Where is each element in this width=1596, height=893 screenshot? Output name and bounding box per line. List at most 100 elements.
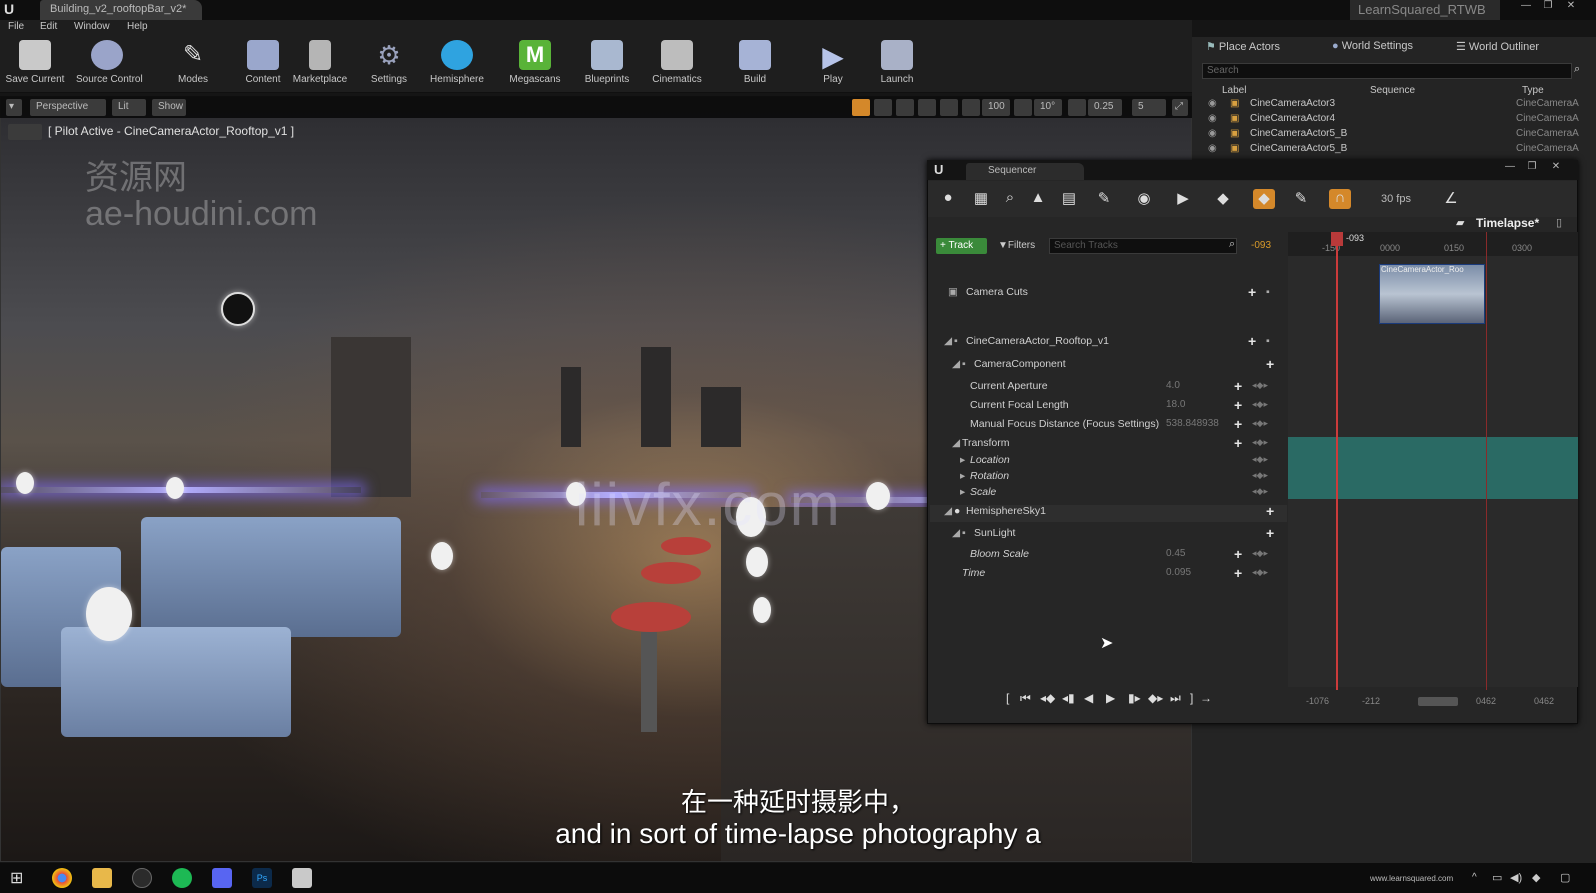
rotate-mode-icon[interactable] bbox=[896, 99, 914, 116]
step-back-icon[interactable]: ◂▮ bbox=[1062, 691, 1075, 705]
snap-magnet-icon[interactable]: ∩ bbox=[1329, 189, 1351, 209]
scale-snap-icon[interactable] bbox=[1068, 99, 1086, 116]
world-local-icon[interactable] bbox=[918, 99, 936, 116]
collapse-arrow-icon[interactable]: ◢ bbox=[952, 358, 960, 370]
track-current-aperture[interactable]: Current Aperture 4.0 + ◂◆▸ bbox=[930, 378, 1287, 397]
discord-icon[interactable] bbox=[212, 868, 232, 888]
add-button[interactable]: + bbox=[1248, 284, 1256, 300]
end-marker[interactable] bbox=[1486, 232, 1487, 690]
clapper-icon[interactable]: ▤ bbox=[1058, 189, 1080, 209]
hemisphere-button[interactable]: Hemisphere bbox=[426, 40, 488, 88]
tray-chevron-icon[interactable]: ^ bbox=[1472, 872, 1477, 883]
track-manual-focus-distance[interactable]: Manual Focus Distance (Focus Settings) 53… bbox=[930, 416, 1287, 435]
loop-mode-icon[interactable]: → bbox=[1200, 691, 1212, 705]
playback-end[interactable]: 0462 bbox=[1476, 696, 1496, 706]
keyframe-nav-icon[interactable]: ◂◆▸ bbox=[1252, 567, 1268, 578]
camera-speed-value[interactable]: 5 bbox=[1132, 99, 1166, 116]
track-transform[interactable]: ◢ Transform + ◂◆▸ bbox=[930, 435, 1287, 454]
eye-icon[interactable]: ◉ bbox=[1208, 98, 1217, 109]
tab-world-outliner[interactable]: ☰ World Outliner bbox=[1456, 40, 1539, 58]
menu-help[interactable]: Help bbox=[127, 21, 148, 36]
track-cine-camera-actor[interactable]: ◢ ▪ CineCameraActor_Rooftop_v1 + ▪ bbox=[930, 333, 1287, 352]
scale-snap-value[interactable]: 0.25 bbox=[1088, 99, 1122, 116]
notifications-icon[interactable]: ▢ bbox=[1560, 871, 1570, 884]
modes-button[interactable]: ✎ Modes bbox=[162, 40, 224, 88]
chrome-icon[interactable] bbox=[52, 868, 72, 888]
tab-place-actors[interactable]: ⚑ Place Actors bbox=[1206, 40, 1280, 58]
play-forward-icon[interactable]: ▶ bbox=[1106, 691, 1115, 705]
eye-icon[interactable]: ◉ bbox=[1208, 143, 1217, 154]
add-key-button[interactable]: + bbox=[1234, 416, 1242, 432]
collapse-arrow-icon[interactable]: ◢ bbox=[952, 437, 960, 449]
track-scale[interactable]: ▸ Scale ◂◆▸ bbox=[930, 486, 1287, 503]
keyframe-nav-icon[interactable]: ◂◆▸ bbox=[1252, 380, 1268, 391]
show-button[interactable]: Show bbox=[152, 99, 186, 116]
expand-arrow-icon[interactable]: ▸ bbox=[960, 470, 965, 482]
track-bloom-scale[interactable]: Bloom Scale 0.45 + ◂◆▸ bbox=[930, 546, 1287, 565]
playback-start[interactable]: -212 bbox=[1362, 696, 1380, 706]
next-key-icon[interactable]: ◆▸ bbox=[1148, 691, 1163, 705]
play-reverse-icon[interactable]: ◀ bbox=[1084, 691, 1093, 705]
outliner-row[interactable]: ◉ ▣ CineCameraActor5_B CineCameraA bbox=[1200, 128, 1580, 142]
app-icon[interactable] bbox=[292, 868, 312, 888]
sequencer-minimize-button[interactable]: — bbox=[1500, 161, 1520, 175]
camera-icon[interactable]: ▪ bbox=[1266, 335, 1270, 347]
outliner-row[interactable]: ◉ ▣ CineCameraActor5_B CineCameraA bbox=[1200, 143, 1580, 157]
windows-start-icon[interactable]: ⊞ bbox=[10, 868, 30, 888]
light-bulb-icon[interactable] bbox=[16, 472, 34, 494]
content-button[interactable]: Content bbox=[232, 40, 294, 88]
save-sequence-icon[interactable]: ▦ bbox=[970, 189, 992, 209]
rotation-snap-icon[interactable] bbox=[1014, 99, 1032, 116]
select-mode-icon[interactable] bbox=[852, 99, 870, 116]
network-icon[interactable]: ▭ bbox=[1492, 871, 1502, 884]
cinematics-button[interactable]: Cinematics bbox=[646, 40, 708, 88]
view-range-start[interactable]: -1076 bbox=[1306, 696, 1329, 706]
keyframe-nav-icon[interactable]: ◂◆▸ bbox=[1252, 418, 1268, 429]
world-context-icon[interactable]: ● bbox=[937, 189, 959, 209]
sequencer-close-button[interactable]: ✕ bbox=[1546, 161, 1566, 175]
outliner-row[interactable]: ◉ ▣ CineCameraActor3 CineCameraA bbox=[1200, 98, 1580, 112]
lock-icon[interactable]: ▯ bbox=[1556, 216, 1562, 229]
grid-size-value[interactable]: 100 bbox=[982, 99, 1010, 116]
view-mode-lit-button[interactable]: Lit bbox=[112, 99, 146, 116]
photoshop-icon[interactable]: Ps bbox=[252, 868, 272, 888]
pencil-icon[interactable]: ✎ bbox=[1290, 189, 1312, 209]
add-key-button[interactable]: + bbox=[1234, 546, 1242, 562]
surface-snap-icon[interactable] bbox=[940, 99, 958, 116]
key-icon[interactable]: ◆ bbox=[1212, 189, 1234, 209]
spotify-icon[interactable] bbox=[172, 868, 192, 888]
column-label[interactable]: Label bbox=[1222, 85, 1246, 96]
collapse-arrow-icon[interactable]: ◢ bbox=[944, 505, 952, 517]
viewport-options-button[interactable]: ▾ bbox=[6, 99, 22, 116]
maximize-viewport-icon[interactable]: ⤢ bbox=[1172, 99, 1188, 116]
playback-options-icon[interactable]: ▶ bbox=[1172, 189, 1194, 209]
play-button[interactable]: ▶ Play bbox=[802, 40, 864, 88]
add-button[interactable]: + bbox=[1266, 525, 1274, 541]
blueprints-button[interactable]: Blueprints bbox=[576, 40, 638, 88]
track-rotation[interactable]: ▸ Rotation ◂◆▸ bbox=[930, 470, 1287, 487]
light-bulb-icon[interactable] bbox=[866, 482, 890, 510]
keyframe-nav-icon[interactable]: ◂◆▸ bbox=[1252, 486, 1268, 497]
add-key-button[interactable]: + bbox=[1234, 565, 1242, 581]
eye-icon[interactable]: ◉ bbox=[1208, 113, 1217, 124]
keyframe-nav-icon[interactable]: ◂◆▸ bbox=[1252, 437, 1268, 448]
track-hemisphere-sky[interactable]: ◢ ● HemisphereSky1 + bbox=[930, 503, 1287, 522]
outliner-search-input[interactable]: Search bbox=[1202, 63, 1572, 79]
keyframe-nav-icon[interactable]: ◂◆▸ bbox=[1252, 548, 1268, 559]
track-sunlight[interactable]: ◢ ▪ SunLight + bbox=[930, 525, 1287, 544]
column-sequence[interactable]: Sequence bbox=[1370, 85, 1415, 96]
timeline-scrollbar[interactable] bbox=[1418, 697, 1458, 706]
pilot-eject-icon[interactable] bbox=[8, 124, 42, 140]
sphere-reflection-capture[interactable] bbox=[221, 292, 255, 326]
add-key-button[interactable]: + bbox=[1234, 378, 1242, 394]
jump-to-start-icon[interactable]: ⏮ bbox=[1020, 691, 1031, 706]
playhead[interactable] bbox=[1336, 232, 1338, 690]
marketplace-button[interactable]: Marketplace bbox=[289, 40, 351, 88]
menu-window[interactable]: Window bbox=[74, 21, 110, 36]
document-tab[interactable]: Building_v2_rooftopBar_v2* bbox=[40, 0, 202, 20]
eye-icon[interactable]: ◉ bbox=[1133, 189, 1155, 209]
add-button[interactable]: + bbox=[1248, 333, 1256, 349]
search-tracks-input[interactable]: Search Tracks bbox=[1049, 238, 1237, 254]
light-bulb-icon[interactable] bbox=[431, 542, 453, 570]
column-type[interactable]: Type bbox=[1522, 85, 1544, 96]
